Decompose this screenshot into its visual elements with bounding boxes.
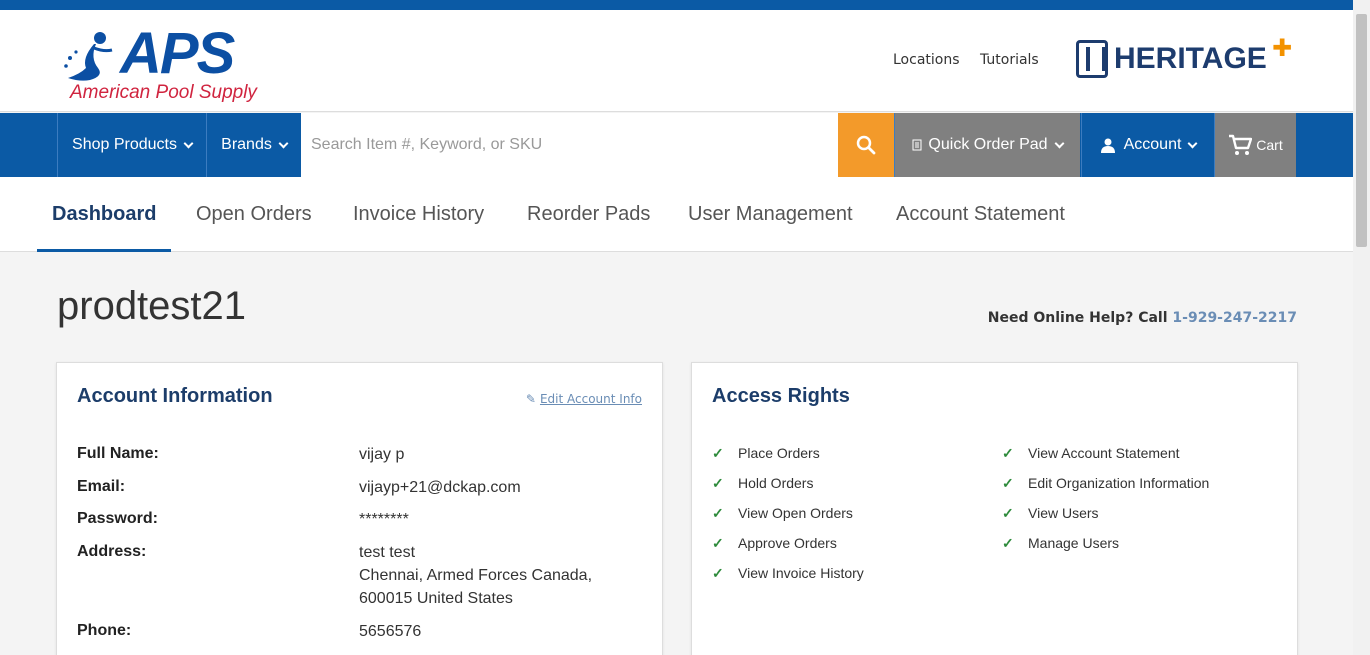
address-line-2: Chennai, Armed Forces Canada, — [359, 567, 593, 584]
access-right-item: ✓ View Open Orders — [712, 505, 853, 522]
access-right-item: ✓ View Account Statement — [1002, 445, 1180, 462]
access-right-label: View Account Statement — [1028, 445, 1180, 461]
site-header: APS American Pool Supply Locations Tutor… — [0, 10, 1353, 112]
access-right-item: ✓ View Users — [1002, 505, 1099, 522]
user-icon — [1100, 138, 1115, 153]
search-box — [301, 113, 838, 177]
edit-account-info-label: Edit Account Info — [539, 392, 642, 406]
access-right-item: ✓ Approve Orders — [712, 535, 837, 552]
full-name-label: Full Name: — [77, 445, 159, 462]
address-label: Address: — [77, 543, 147, 560]
help-contact: Need Online Help? Call 1-929-247-2217 — [988, 310, 1297, 326]
brands-label: Brands — [221, 136, 272, 153]
address-line-3: 600015 United States — [359, 590, 513, 607]
tab-dashboard[interactable]: Dashboard — [37, 177, 172, 252]
address-line-1: test test — [359, 544, 416, 561]
cart-label: Cart — [1256, 137, 1283, 153]
checkmark-icon: ✓ — [1002, 475, 1014, 491]
tab-invoice-history[interactable]: Invoice History — [353, 177, 484, 252]
tab-reorder-pads[interactable]: Reorder Pads — [527, 177, 650, 252]
chevron-down-icon — [1187, 138, 1198, 148]
search-button[interactable] — [838, 113, 894, 177]
checkmark-icon: ✓ — [712, 565, 724, 581]
shop-products-label: Shop Products — [72, 136, 177, 153]
checkmark-icon: ✓ — [1002, 535, 1014, 551]
tab-user-management[interactable]: User Management — [688, 177, 853, 252]
top-links: Locations Tutorials — [893, 52, 1055, 68]
access-right-item: ✓ Manage Users — [1002, 535, 1119, 552]
account-information-heading: Account Information — [77, 385, 273, 407]
search-icon — [856, 135, 876, 155]
edit-account-info-link[interactable]: ✎ Edit Account Info — [526, 392, 642, 406]
full-name-value: vijay p — [359, 446, 405, 463]
access-right-item: ✓ Hold Orders — [712, 475, 813, 492]
chevron-down-icon — [278, 138, 289, 148]
logo-subtitle: American Pool Supply — [70, 82, 257, 103]
account-information-card: Account Information ✎ Edit Account Info F… — [56, 362, 663, 655]
access-right-label: Hold Orders — [738, 475, 814, 491]
access-right-label: Manage Users — [1028, 535, 1120, 551]
heritage-text: HERITAGE — [1114, 42, 1267, 75]
checkmark-icon: ✓ — [1002, 445, 1014, 461]
checkmark-icon: ✓ — [712, 535, 724, 551]
chevron-down-icon — [1054, 138, 1065, 148]
locations-link[interactable]: Locations — [893, 52, 960, 68]
password-label: Password: — [77, 510, 158, 527]
checkmark-icon: ✓ — [1002, 505, 1014, 521]
access-rights-heading: Access Rights — [712, 385, 850, 407]
access-right-item: ✓ Edit Organization Information — [1002, 475, 1209, 492]
shop-products-menu[interactable]: Shop Products — [57, 113, 206, 177]
checkmark-icon: ✓ — [712, 445, 724, 461]
email-label: Email: — [77, 478, 126, 495]
search-input[interactable] — [301, 113, 838, 177]
notepad-icon — [912, 139, 922, 151]
checkmark-icon: ✓ — [712, 475, 724, 491]
help-phone-link[interactable]: 1-929-247-2217 — [1172, 310, 1297, 326]
access-right-label: Place Orders — [738, 445, 820, 461]
page-scrollbar[interactable] — [1353, 0, 1370, 655]
checkmark-icon: ✓ — [712, 505, 724, 521]
logo-text: APS — [120, 21, 235, 86]
access-right-item: ✓ Place Orders — [712, 445, 820, 462]
tutorials-link[interactable]: Tutorials — [980, 52, 1039, 68]
access-right-label: View Open Orders — [738, 505, 853, 521]
main-nav: Shop Products Brands Quick Order Pad Acc… — [0, 113, 1353, 177]
tab-account-statement[interactable]: Account Statement — [896, 177, 1065, 252]
scrollbar-thumb[interactable] — [1356, 14, 1367, 247]
pencil-icon: ✎ — [525, 392, 536, 406]
phone-value: 5656576 — [359, 623, 422, 640]
help-prefix: Need Online Help? Call — [987, 310, 1168, 326]
access-right-item: ✓ View Invoice History — [712, 565, 864, 582]
cart-icon — [1229, 134, 1253, 155]
phone-label: Phone: — [77, 622, 132, 639]
access-right-label: View Invoice History — [738, 565, 864, 581]
access-right-label: View Users — [1028, 505, 1099, 521]
account-label: Account — [1123, 136, 1182, 153]
access-rights-card: Access Rights ✓ Place Orders ✓ Hold Orders… — [691, 362, 1298, 655]
plus-icon: ✚ — [1272, 34, 1293, 62]
top-accent-bar — [0, 0, 1353, 10]
heritage-h-icon — [1076, 40, 1108, 78]
tab-open-orders[interactable]: Open Orders — [196, 177, 312, 252]
access-right-label: Edit Organization Information — [1028, 475, 1210, 491]
mermaid-icon — [64, 32, 113, 81]
account-tabs: Dashboard Open Orders Invoice History Re… — [0, 177, 1353, 252]
page-title: prodtest21 — [57, 284, 247, 328]
access-right-label: Approve Orders — [738, 535, 837, 551]
cart-button[interactable]: Cart — [1214, 113, 1296, 177]
aps-logo[interactable]: APS American Pool Supply — [60, 24, 260, 108]
brands-menu[interactable]: Brands — [206, 113, 301, 177]
email-value: vijayp+21@dckap.com — [359, 479, 521, 496]
password-value: ******** — [359, 511, 409, 528]
chevron-down-icon — [183, 138, 194, 148]
quick-order-pad-label: Quick Order Pad — [928, 136, 1048, 153]
account-menu[interactable]: Account — [1081, 113, 1214, 177]
quick-order-pad-menu[interactable]: Quick Order Pad — [894, 113, 1080, 177]
